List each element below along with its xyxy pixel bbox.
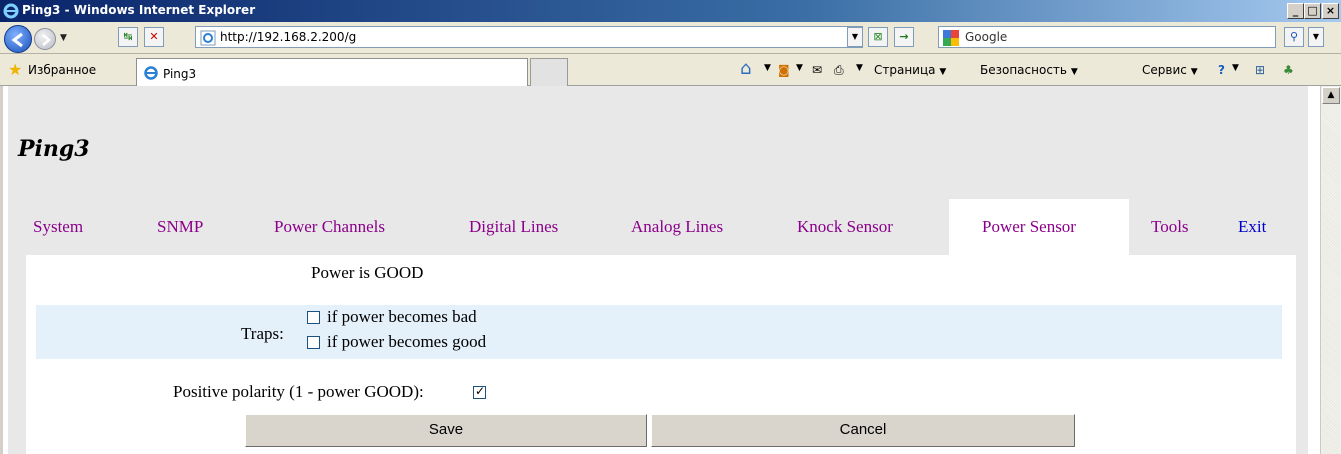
tools-menu[interactable]: Сервис ▼	[1142, 63, 1198, 77]
nav-snmp[interactable]: SNMP	[157, 217, 203, 237]
research-icon[interactable]: ⊞	[1255, 63, 1265, 77]
history-dropdown-icon[interactable]: ▼	[60, 33, 67, 43]
ie-logo-icon	[3, 3, 19, 19]
traps-section: Traps: if power becomes bad if power bec…	[36, 305, 1282, 359]
feeds-icon[interactable]: ◙	[778, 63, 790, 77]
go-arrow-icon[interactable]: →	[894, 27, 914, 47]
traps-label: Traps:	[241, 324, 284, 343]
minimize-button[interactable]: _	[1287, 3, 1304, 19]
power-status: Power is GOOD	[311, 263, 424, 282]
save-button[interactable]: Save	[245, 414, 647, 447]
page-menu[interactable]: Страница ▼	[874, 63, 946, 77]
favorites-button[interactable]: Избранное	[28, 63, 96, 77]
close-button[interactable]: ×	[1322, 3, 1339, 19]
arrow-right-icon	[42, 34, 51, 46]
vertical-scrollbar[interactable]: ▲	[1320, 86, 1341, 454]
polarity-checkbox[interactable]	[473, 384, 486, 399]
ping3-page: Ping3 System SNMP Power Channels Digital…	[8, 86, 1308, 454]
navigation-bar: ▼ ↹ ✕ http://192.168.2.200/g ▼ ⊠ → Googl…	[0, 22, 1341, 54]
arrow-left-icon	[11, 32, 23, 48]
favorites-bar: ★ Избранное Ping3 ⌂ ▼ ◙ ▼ ✉ ⎙ ▼ Страница…	[0, 54, 1341, 86]
scroll-track[interactable]	[1322, 105, 1340, 454]
nav-tools[interactable]: Tools	[1151, 217, 1189, 237]
back-button[interactable]	[4, 25, 32, 53]
safety-menu[interactable]: Безопасность ▼	[980, 63, 1078, 77]
search-options-icon[interactable]: ▼	[1308, 27, 1324, 47]
google-logo-icon	[943, 30, 959, 46]
trap-power-bad-label: if power becomes bad	[327, 307, 477, 326]
page-icon	[200, 30, 216, 46]
trap-power-bad-checkbox[interactable]	[307, 311, 320, 324]
mail-icon[interactable]: ✉	[812, 63, 822, 77]
feeds-dropdown-icon[interactable]: ▼	[796, 63, 803, 73]
nav-digital-lines[interactable]: Digital Lines	[469, 217, 558, 237]
trap-power-good-label: if power becomes good	[327, 332, 487, 351]
messenger-icon[interactable]: ♣	[1283, 63, 1294, 77]
nav-power-sensor[interactable]: Power Sensor	[982, 217, 1076, 237]
help-dropdown-icon[interactable]: ▼	[1232, 63, 1239, 73]
print-dropdown-icon[interactable]: ▼	[856, 63, 863, 73]
address-field[interactable]: http://192.168.2.200/g	[195, 26, 863, 48]
tab-title: Ping3	[163, 67, 197, 81]
window-title: Ping3 - Windows Internet Explorer	[22, 3, 256, 17]
main-nav: System SNMP Power Channels Digital Lines…	[8, 199, 1308, 255]
page-title: Ping3	[18, 136, 90, 162]
rss-compat-icon[interactable]: ⊠	[868, 27, 888, 47]
search-placeholder: Google	[965, 30, 1008, 44]
maximize-button[interactable]: □	[1304, 3, 1321, 19]
help-icon[interactable]: ?	[1218, 63, 1225, 77]
nav-analog-lines[interactable]: Analog Lines	[631, 217, 723, 237]
polarity-label: Positive polarity (1 - power GOOD):	[173, 382, 424, 401]
nav-exit[interactable]: Exit	[1238, 217, 1266, 237]
home-icon[interactable]: ⌂	[740, 58, 751, 79]
browser-tab[interactable]: Ping3	[136, 58, 528, 86]
compatibility-icon[interactable]: ↹	[118, 27, 138, 47]
star-icon[interactable]: ★	[8, 60, 22, 79]
scroll-up-icon[interactable]: ▲	[1322, 87, 1340, 104]
forward-button[interactable]	[34, 28, 56, 50]
power-sensor-panel: Power is GOOD Traps: if power becomes ba…	[26, 255, 1296, 454]
window-titlebar: Ping3 - Windows Internet Explorer _ □ ×	[0, 0, 1341, 22]
new-tab-button[interactable]	[530, 58, 568, 86]
stop-icon[interactable]: ✕	[144, 27, 164, 47]
nav-knock-sensor[interactable]: Knock Sensor	[797, 217, 893, 237]
search-input[interactable]: Google	[938, 26, 1276, 48]
nav-system[interactable]: System	[33, 217, 83, 237]
address-dropdown-icon[interactable]: ▼	[847, 27, 863, 47]
search-icon[interactable]: ⚲	[1284, 27, 1304, 47]
cancel-button[interactable]: Cancel	[651, 414, 1075, 447]
address-url: http://192.168.2.200/g	[220, 30, 357, 44]
trap-power-good-checkbox[interactable]	[307, 336, 320, 349]
ie-page-icon	[144, 66, 158, 80]
print-icon[interactable]: ⎙	[834, 63, 844, 78]
nav-power-channels[interactable]: Power Channels	[274, 217, 385, 237]
home-dropdown-icon[interactable]: ▼	[764, 63, 771, 73]
